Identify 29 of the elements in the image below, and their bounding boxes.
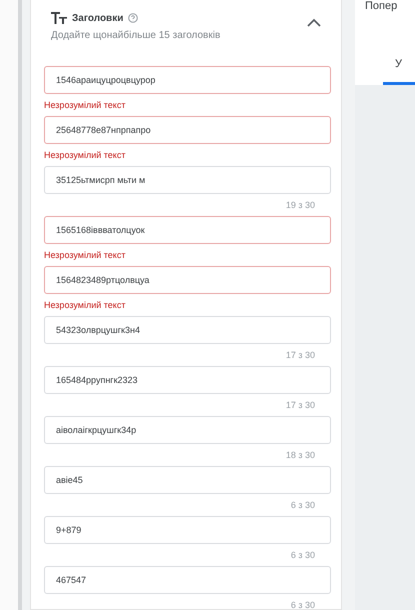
character-counter: 6 з 30 — [290, 550, 315, 560]
headline-field[interactable]: аіволаігкрцушгк34р — [44, 416, 331, 444]
tab[interactable]: У — [383, 58, 415, 85]
error-message: Незрозумілий текст — [44, 100, 126, 110]
error-message: Незрозумілий текст — [44, 300, 126, 310]
section-title: Заголовки — [72, 12, 124, 24]
headline-field[interactable]: 25648778е87нпрпапро — [44, 116, 331, 144]
headline-field[interactable]: 165484ррупнгк2323 — [44, 366, 331, 394]
panel-heading: Попер — [364, 0, 398, 12]
character-counter: 17 з 30 — [286, 400, 315, 410]
headline-field[interactable]: 54323олврцушгк3н4 — [44, 316, 331, 344]
character-counter: 18 з 30 — [286, 450, 315, 460]
headline-field[interactable]: 35125ьтмисрп мьти м — [44, 166, 331, 194]
character-counter: 17 з 30 — [286, 350, 315, 360]
error-message: Незрозумілий текст — [44, 150, 126, 160]
character-counter: 6 з 30 — [290, 500, 315, 510]
error-message: Незрозумілий текст — [44, 250, 126, 260]
text-icon — [51, 12, 67, 24]
headline-field[interactable]: авіе45 — [44, 466, 331, 494]
collapse-chevron-icon[interactable] — [307, 18, 321, 28]
section-subtitle: Додайте щонайбільше 15 заголовків — [51, 30, 220, 41]
headline-field[interactable]: 1565168іввватолцуок — [44, 216, 331, 244]
help-icon[interactable] — [128, 13, 138, 23]
character-counter: 6 з 30 — [290, 600, 315, 609]
headline-field[interactable]: 467547 — [44, 566, 331, 594]
character-counter: 19 з 30 — [286, 200, 315, 210]
headline-field[interactable]: 1564823489ртцолвцуа — [44, 266, 331, 294]
headline-field[interactable]: 9+879 — [44, 516, 331, 544]
headline-field[interactable]: 1546араицуцроцвцурор — [44, 66, 331, 94]
